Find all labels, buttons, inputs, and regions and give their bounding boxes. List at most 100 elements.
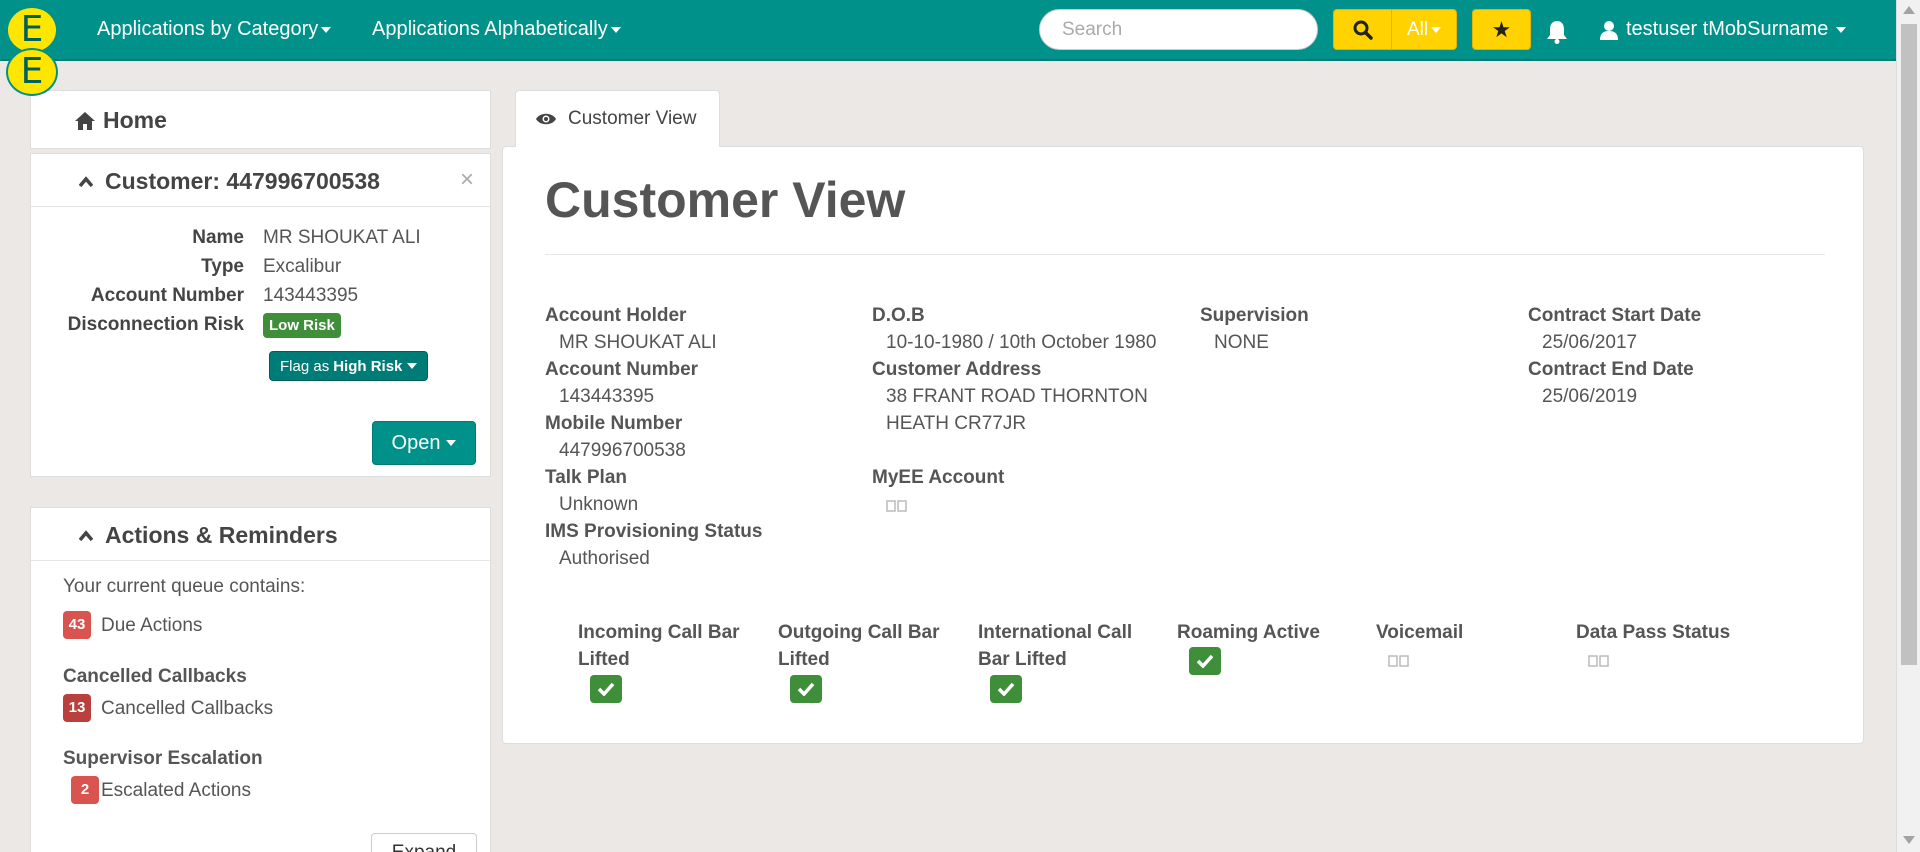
dob-label: D.O.B <box>872 305 925 326</box>
search-input[interactable] <box>1039 9 1318 50</box>
divider <box>545 254 1825 255</box>
talk-plan-label: Talk Plan <box>545 467 628 488</box>
apps-by-category-label: Applications by Category <box>97 18 319 40</box>
international-call-bar-label: International Call Bar Lifted <box>978 622 1133 670</box>
supervision-value: NONE <box>1214 332 1269 353</box>
search-scope-label: All <box>1406 18 1429 40</box>
due-actions-link[interactable]: Due Actions <box>101 615 202 637</box>
type-value: Excalibur <box>263 256 342 277</box>
apps-by-category-menu[interactable]: Applications by Category <box>97 18 332 41</box>
home-icon <box>75 111 95 130</box>
open-label: Open <box>391 431 441 454</box>
flag-prefix: Flag as <box>280 357 330 375</box>
home-label: Home <box>103 107 167 133</box>
page-title: Customer View <box>545 172 906 228</box>
flag-strong: High Risk <box>333 357 403 375</box>
search-scope-dropdown[interactable]: All <box>1391 9 1457 50</box>
close-icon[interactable]: × <box>460 166 474 194</box>
account-holder-value: MR SHOUKAT ALI <box>559 332 717 353</box>
dob-value: 10-10-1980 / 10th October 1980 <box>886 332 1157 353</box>
mobile-number-value: 447996700538 <box>559 440 686 461</box>
outgoing-call-bar-label: Outgoing Call Bar Lifted <box>778 622 940 670</box>
home-link[interactable]: Home <box>75 107 167 134</box>
account-holder-label: Account Holder <box>545 305 687 326</box>
cancelled-callbacks-link[interactable]: Cancelled Callbacks <box>101 698 273 720</box>
account-number-label: Account Number <box>90 285 244 306</box>
ee-logo[interactable]: E E <box>6 6 60 96</box>
scroll-up-arrow-icon[interactable] <box>1903 6 1915 14</box>
apps-alphabetically-menu[interactable]: Applications Alphabetically <box>372 18 621 41</box>
broken-image-icon <box>1388 655 1409 667</box>
home-panel[interactable]: Home <box>30 90 491 149</box>
search-button[interactable] <box>1333 9 1392 50</box>
type-label: Type <box>201 256 244 277</box>
user-menu[interactable]: testuser tMobSurname <box>1600 18 1847 41</box>
due-count-badge: 43 <box>63 611 91 639</box>
risk-badge: Low Risk <box>263 313 341 338</box>
caret-down-icon <box>610 26 621 33</box>
roaming-active-check <box>1189 647 1221 675</box>
page-scrollbar[interactable] <box>1896 0 1920 852</box>
star-icon: ★ <box>1491 16 1512 42</box>
tab-customer-view[interactable]: Customer View <box>515 90 720 147</box>
main-account-number-value: 143443395 <box>559 386 655 407</box>
tab-label: Customer View <box>568 108 697 129</box>
mobile-number-label: Mobile Number <box>545 413 683 434</box>
open-button[interactable]: Open <box>372 421 476 465</box>
favourites-button[interactable]: ★ <box>1472 9 1531 50</box>
queue-intro: Your current queue contains: <box>63 576 306 597</box>
chevron-up-icon[interactable] <box>79 175 93 189</box>
roaming-active-label: Roaming Active <box>1177 622 1320 643</box>
caret-down-icon <box>446 440 457 446</box>
caret-down-icon <box>321 26 332 33</box>
check-icon <box>1196 654 1214 668</box>
escalated-actions-link[interactable]: Escalated Actions <box>101 780 251 802</box>
scroll-down-arrow-icon[interactable] <box>1903 836 1915 844</box>
expand-button[interactable]: Expand <box>371 833 477 852</box>
broken-image-icon <box>886 500 907 512</box>
check-icon <box>797 682 815 696</box>
flag-high-risk-button[interactable]: Flag as High Risk <box>269 351 429 381</box>
customer-view-content: Customer View Account Holder MR SHOUKAT … <box>502 146 1864 744</box>
talk-plan-value: Unknown <box>559 494 639 515</box>
escalated-count-badge: 2 <box>71 776 99 804</box>
incoming-call-bar-check <box>590 675 622 703</box>
address-line-2: HEATH CR77JR <box>886 413 1027 434</box>
supervision-label: Supervision <box>1200 305 1309 326</box>
caret-down-icon <box>1836 26 1847 33</box>
caret-down-icon <box>1431 26 1442 33</box>
customer-panel: Customer: 447996700538 × Name MR SHOUKAT… <box>30 153 491 477</box>
caret-down-icon <box>407 363 418 369</box>
broken-image-icon <box>1588 655 1609 667</box>
cancelled-count-badge: 13 <box>63 694 91 722</box>
customer-panel-header[interactable]: Customer: 447996700538 × <box>31 154 490 207</box>
voicemail-label: Voicemail <box>1376 622 1464 643</box>
search-icon <box>1353 20 1373 40</box>
ims-status-label: IMS Provisioning Status <box>545 521 763 542</box>
disconnection-risk-label: Disconnection Risk <box>67 314 244 335</box>
outgoing-call-bar-check <box>790 675 822 703</box>
contract-end-label: Contract End Date <box>1528 359 1694 380</box>
eye-icon <box>536 113 556 125</box>
bell-icon[interactable] <box>1544 19 1570 45</box>
check-icon <box>597 682 615 696</box>
contract-end-value: 25/06/2019 <box>1542 386 1638 407</box>
data-pass-status-label: Data Pass Status <box>1576 622 1731 643</box>
supervisor-heading: Supervisor Escalation <box>63 748 263 769</box>
scroll-thumb[interactable] <box>1901 24 1917 665</box>
myee-account-label: MyEE Account <box>872 467 1005 488</box>
chevron-up-icon[interactable] <box>79 529 93 543</box>
user-name: testuser tMobSurname <box>1626 18 1829 40</box>
name-value: MR SHOUKAT ALI <box>263 227 421 248</box>
actions-title: Actions & Reminders <box>105 522 338 548</box>
actions-panel: Actions & Reminders Your current queue c… <box>30 507 491 852</box>
top-navbar: Applications by Category Applications Al… <box>0 0 1896 61</box>
contract-start-label: Contract Start Date <box>1528 305 1702 326</box>
contract-start-value: 25/06/2017 <box>1542 332 1638 353</box>
international-call-bar-check <box>990 675 1022 703</box>
incoming-call-bar-label: Incoming Call Bar Lifted <box>578 622 740 670</box>
main-account-number-label: Account Number <box>545 359 699 380</box>
customer-title: Customer: 447996700538 <box>105 168 380 194</box>
ims-status-value: Authorised <box>559 548 650 569</box>
actions-panel-header[interactable]: Actions & Reminders <box>31 508 490 561</box>
